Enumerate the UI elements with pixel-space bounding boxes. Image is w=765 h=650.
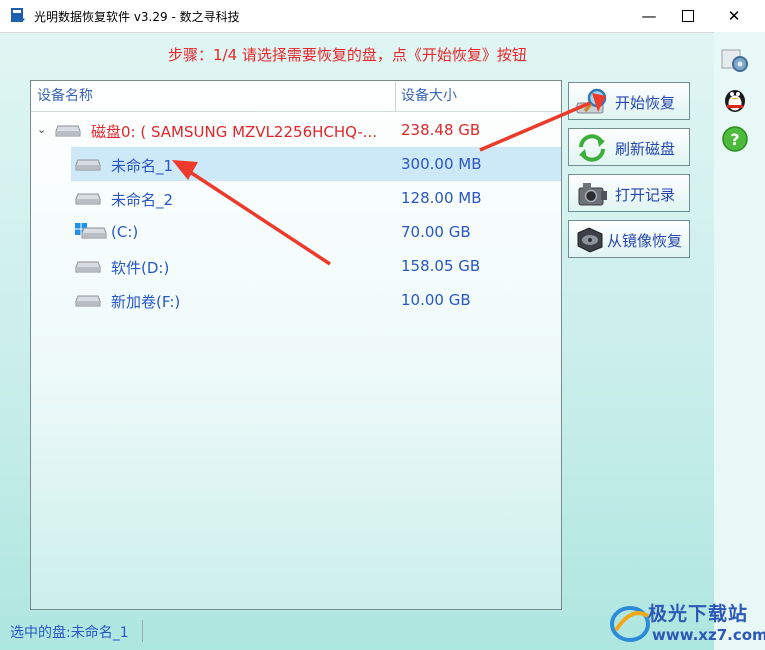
device-name: 未命名_1	[111, 157, 174, 175]
device-name: 软件(D:)	[111, 259, 170, 277]
drive-icon	[75, 159, 101, 171]
header-divider	[31, 111, 561, 112]
drive-icon	[81, 227, 107, 239]
help-question-icon[interactable]: ?	[720, 124, 750, 154]
device-name: (C:)	[111, 223, 139, 241]
device-row-c-drive[interactable]: (C:) 70.00 GB	[31, 215, 561, 249]
refresh-icon	[579, 134, 605, 162]
selected-disk-status: 选中的盘:未命名_1	[10, 625, 129, 641]
device-row-partition-2[interactable]: 未命名_2 128.00 MB	[31, 181, 561, 215]
button-label: 开始恢复	[615, 94, 676, 112]
disk-image-icon	[577, 227, 603, 253]
device-size: 128.00 MB	[401, 189, 482, 207]
device-size: 10.00 GB	[401, 291, 471, 309]
app-logo-icon	[11, 8, 25, 22]
drive-icon	[75, 193, 101, 205]
app-window: 光明数据恢复软件 v3.29 - 数之寻科技 — ✕ 步骤：1/4 请选择需要恢…	[0, 0, 765, 650]
chevron-down-icon[interactable]: ⌄	[37, 123, 47, 136]
drive-icon	[75, 261, 101, 273]
settings-gear-icon[interactable]	[720, 44, 750, 74]
device-row-partition-1[interactable]: 未命名_1 300.00 MB	[31, 147, 561, 181]
svg-text:?: ?	[730, 130, 739, 149]
watermark-title: 极光下载站	[648, 603, 749, 625]
device-name: 磁盘0: ( SAMSUNG MZVL2256HCHQ-...	[91, 123, 378, 141]
device-row-disk0[interactable]: ⌄ 磁盘0: ( SAMSUNG MZVL2256HCHQ-... 238.48…	[31, 113, 561, 147]
device-row-d-drive[interactable]: 软件(D:) 158.05 GB	[31, 249, 561, 283]
start-recovery-button[interactable]: 开始恢复	[568, 82, 690, 120]
button-label: 打开记录	[615, 186, 676, 204]
open-record-button[interactable]: 打开记录	[568, 174, 690, 212]
device-size: 238.48 GB	[401, 121, 481, 139]
title-bar[interactable]: 光明数据恢复软件 v3.29 - 数之寻科技 — ✕	[0, 0, 765, 33]
close-button[interactable]: ✕	[711, 0, 757, 32]
window-title: 光明数据恢复软件 v3.29 - 数之寻科技	[34, 10, 240, 24]
magnifier-icon	[576, 88, 607, 114]
button-label: 刷新磁盘	[615, 140, 676, 158]
status-bar: 选中的盘:未命名_1	[0, 618, 714, 644]
column-header-name[interactable]: 设备名称	[31, 81, 396, 111]
hard-disk-icon	[55, 125, 81, 137]
device-size: 70.00 GB	[401, 223, 471, 241]
qq-penguin-icon[interactable]	[720, 84, 750, 114]
status-separator	[142, 620, 143, 642]
device-row-f-drive[interactable]: 新加卷(F:) 10.00 GB	[31, 283, 561, 317]
button-label: 从镜像恢复	[607, 232, 683, 250]
drive-icon	[75, 295, 101, 307]
restore-from-image-button[interactable]: 从镜像恢复	[568, 220, 690, 258]
camera-icon	[578, 183, 607, 206]
step-instruction: 步骤：1/4 请选择需要恢复的盘，点《开始恢复》按钮	[168, 46, 527, 64]
refresh-disks-button[interactable]: 刷新磁盘	[568, 128, 690, 166]
device-list[interactable]: 设备名称 设备大小 ⌄ 磁盘0: ( SAMSUNG MZVL2256HCHQ-…	[30, 80, 562, 610]
device-size: 300.00 MB	[401, 155, 482, 173]
device-name: 未命名_2	[111, 191, 174, 209]
maximize-icon	[682, 10, 694, 22]
maximize-button[interactable]	[665, 0, 711, 32]
column-header-size[interactable]: 设备大小	[397, 81, 561, 111]
device-size: 158.05 GB	[401, 257, 481, 275]
device-name: 新加卷(F:)	[111, 293, 181, 311]
watermark-url: www.xz7.com	[652, 626, 765, 644]
